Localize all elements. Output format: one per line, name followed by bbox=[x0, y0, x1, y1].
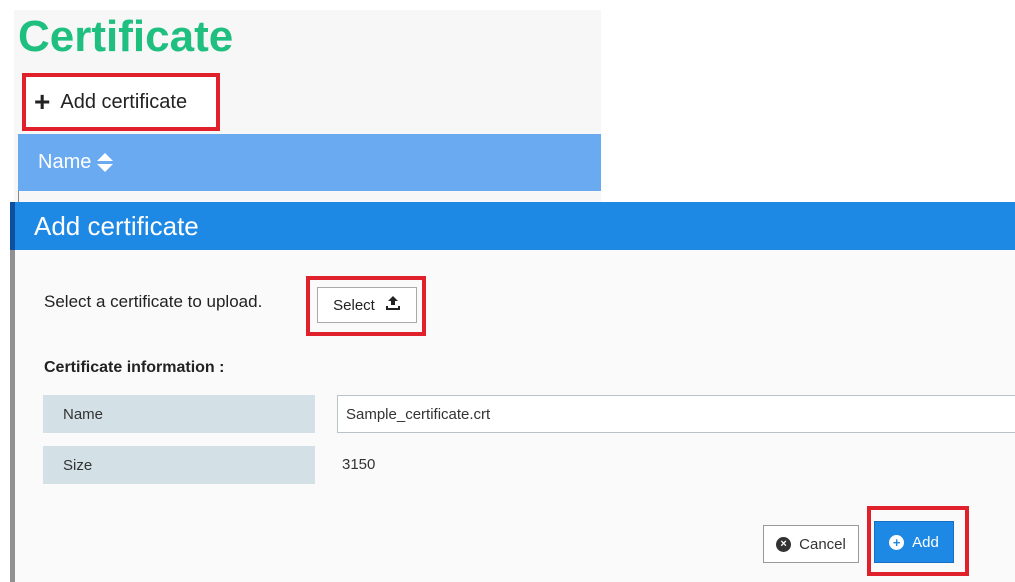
field-label-name: Name bbox=[43, 395, 315, 433]
sort-icon[interactable] bbox=[97, 153, 114, 172]
add-certificate-button[interactable]: + Add certificate bbox=[22, 73, 220, 131]
dialog-title: Add certificate bbox=[34, 211, 199, 241]
cancel-button-label: Cancel bbox=[799, 535, 846, 553]
add-button[interactable]: + Add bbox=[874, 521, 954, 563]
certificate-page: Certificate + Add certificate Name bbox=[14, 10, 601, 202]
cancel-button[interactable]: × Cancel bbox=[763, 525, 859, 563]
column-header-name[interactable]: Name bbox=[38, 151, 91, 174]
table-row bbox=[18, 191, 19, 202]
x-circle-icon: × bbox=[776, 536, 792, 552]
select-prompt: Select a certificate to upload. bbox=[44, 292, 263, 311]
page-title: Certificate bbox=[18, 12, 234, 61]
certificate-size-value: 3150 bbox=[342, 456, 376, 473]
field-label-size: Size bbox=[43, 446, 315, 484]
select-file-button[interactable]: Select bbox=[317, 287, 417, 323]
upload-icon bbox=[385, 295, 401, 315]
certificate-name-field[interactable] bbox=[337, 395, 1015, 433]
add-certificate-label: Add certificate bbox=[60, 90, 188, 113]
add-certificate-dialog: Add certificate Select a certificate to … bbox=[10, 202, 1015, 582]
plus-circle-icon: + bbox=[889, 534, 905, 550]
add-button-label: Add bbox=[912, 533, 939, 551]
table-header: Name bbox=[18, 134, 601, 191]
certificate-info-label: Certificate information : bbox=[44, 359, 225, 376]
plus-icon: + bbox=[34, 86, 51, 117]
dialog-header: Add certificate bbox=[10, 202, 1015, 250]
select-button-label: Select bbox=[333, 296, 375, 314]
